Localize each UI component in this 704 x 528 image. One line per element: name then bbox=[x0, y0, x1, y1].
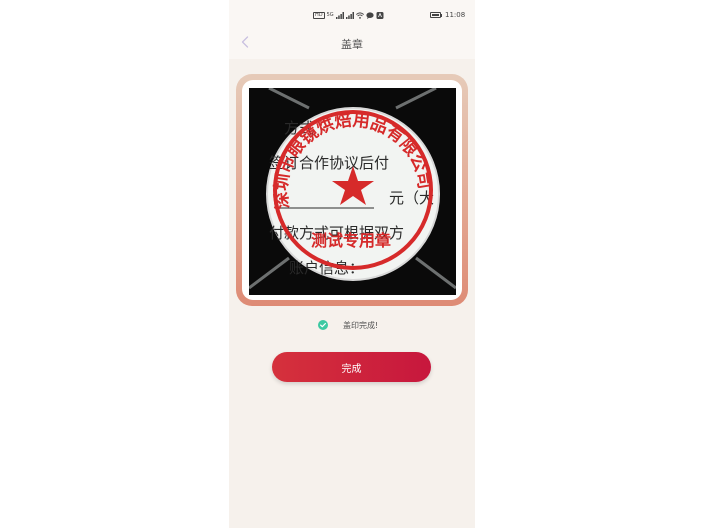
battery-icon bbox=[430, 12, 441, 18]
network-type: 5G bbox=[326, 11, 334, 18]
status-bar: HD 5G 11:08 bbox=[229, 0, 475, 28]
hd-badge: HD bbox=[313, 11, 325, 19]
message-icon bbox=[366, 11, 374, 19]
svg-text:元（大: 元（大 bbox=[389, 189, 434, 207]
notification-icon bbox=[376, 11, 384, 19]
page-title: 盖章 bbox=[341, 38, 363, 51]
stamp-photo-graphic: 方式 签订合作协议后付 元（大 付款方式可根据双方 账户信息： 深圳市眼镜烘焙用… bbox=[249, 88, 456, 295]
done-button[interactable]: 完成 bbox=[272, 352, 431, 382]
check-circle-icon bbox=[318, 320, 328, 330]
clock: 11:08 bbox=[445, 11, 466, 19]
seal-sub-label: 测试专用章 bbox=[311, 231, 391, 250]
phone-screen: HD 5G 11:08 盖章 方式 签订合作协议后付 元（大 付款方式可根据双方… bbox=[229, 0, 475, 528]
stamp-preview-frame: 方式 签订合作协议后付 元（大 付款方式可根据双方 账户信息： 深圳市眼镜烘焙用… bbox=[236, 74, 468, 306]
header-bar: 盖章 bbox=[229, 28, 475, 59]
stamp-image: 方式 签订合作协议后付 元（大 付款方式可根据双方 账户信息： 深圳市眼镜烘焙用… bbox=[249, 88, 456, 295]
status-icons: HD 5G bbox=[313, 10, 384, 20]
wifi-icon bbox=[355, 11, 364, 19]
status-message: 盖印完成! bbox=[343, 321, 379, 330]
signal-icon-2 bbox=[345, 11, 354, 19]
battery-indicator: 11:08 bbox=[430, 11, 465, 19]
stamp-status: 盖印完成! bbox=[229, 318, 475, 332]
signal-icon bbox=[335, 11, 344, 19]
battery-tip bbox=[441, 13, 442, 17]
